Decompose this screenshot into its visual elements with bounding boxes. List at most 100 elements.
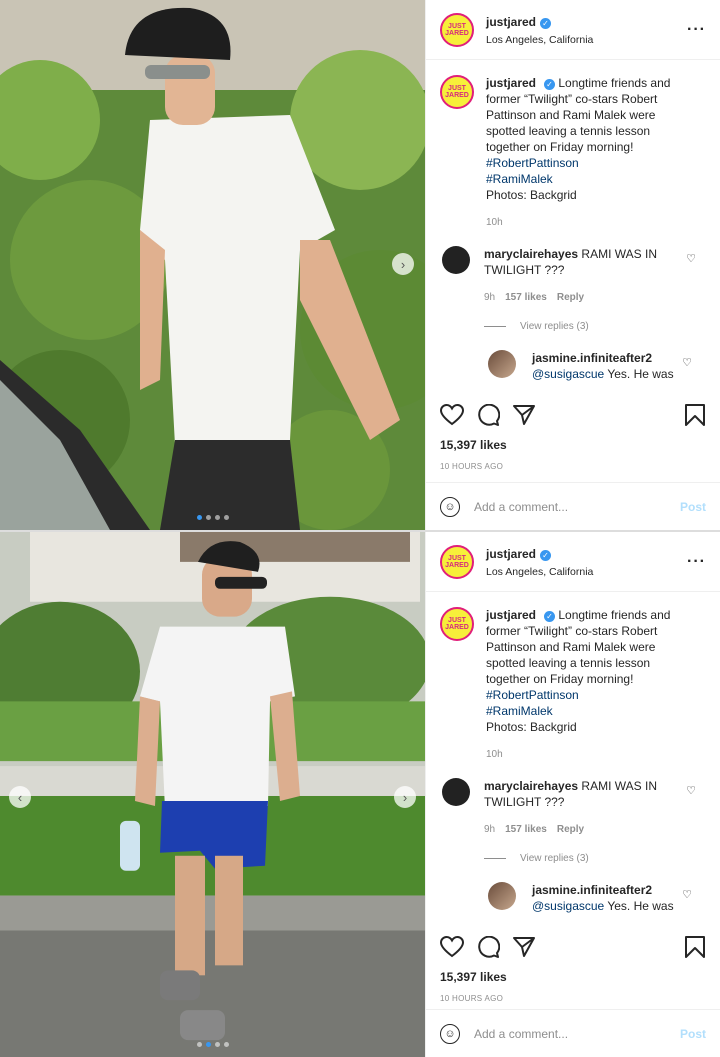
avatar[interactable]: JUST JARED — [440, 607, 474, 641]
avatar[interactable] — [488, 350, 516, 378]
comment-icon[interactable] — [476, 936, 500, 958]
emoji-icon[interactable]: ☺ — [440, 496, 460, 517]
add-comment-bar: ☺ Add a comment... Post — [426, 1009, 720, 1057]
post-photo[interactable]: ‹ › — [0, 532, 425, 1057]
caption: justjared ✓ Longtime friends and former “… — [486, 607, 686, 735]
bookmark-icon[interactable] — [684, 403, 706, 427]
likes-count[interactable]: 15,397 likes — [440, 438, 507, 452]
view-replies-button[interactable]: View replies (3) — [484, 321, 706, 332]
caption-credit: Photos: Backgrid — [486, 720, 577, 734]
comment-input[interactable]: Add a comment... — [474, 500, 680, 514]
post-header: JUST JARED justjared ✓ Los Angeles, Calif… — [426, 532, 720, 592]
reply: jasmine.infiniteafter2 @susigascue Yes. H… — [488, 882, 706, 914]
hashtag-link[interactable]: #RamiMalek — [486, 171, 686, 187]
location-link[interactable]: Los Angeles, California — [486, 566, 687, 578]
chevron-right-icon[interactable]: › — [394, 786, 416, 808]
verified-icon: ✓ — [540, 550, 552, 561]
comments-area[interactable]: JUST JARED justjared ✓ Longtime friends a… — [426, 61, 720, 396]
location-link[interactable]: Los Angeles, California — [486, 34, 687, 46]
comment-likes[interactable]: 157 likes — [505, 824, 547, 835]
hashtag-link[interactable]: #RobertPattinson — [486, 687, 686, 703]
verified-icon: ✓ — [540, 18, 552, 29]
header-username[interactable]: justjared — [486, 547, 536, 561]
carousel-dots — [196, 1042, 229, 1047]
reply-button[interactable]: Reply — [557, 292, 584, 303]
comment-icon[interactable] — [476, 404, 500, 426]
chevron-left-icon[interactable]: ‹ — [9, 786, 31, 808]
more-icon[interactable]: ··· — [687, 553, 706, 571]
post-header: JUST JARED justjared ✓ Los Angeles, Calif… — [426, 0, 720, 60]
comment-time: 9h — [484, 824, 496, 835]
carousel-dot — [196, 515, 202, 520]
comments-area[interactable]: JUST JARED justjared ✓ Longtime friends a… — [426, 593, 720, 928]
view-replies-label: View replies (3) — [520, 853, 589, 864]
instagram-post-1: › JUST JARED justjared ✓ Los Angeles, Cal… — [0, 0, 720, 530]
paper-plane-icon[interactable] — [512, 404, 536, 426]
likes-count[interactable]: 15,397 likes — [440, 970, 507, 984]
avatar[interactable] — [442, 246, 470, 274]
carousel-dot — [214, 1042, 220, 1047]
comment-meta: 9h 157 likes Reply — [484, 292, 706, 303]
paper-plane-icon[interactable] — [512, 936, 536, 958]
post-photo[interactable]: › — [0, 0, 425, 530]
mention-link[interactable]: @susigascue — [532, 899, 604, 913]
reply-text: Yes. He was — [607, 899, 674, 913]
header-username[interactable]: justjared — [486, 15, 536, 29]
avatar-logo-text: JUST JARED — [445, 617, 469, 631]
reply-button[interactable]: Reply — [557, 824, 584, 835]
comment-likes[interactable]: 157 likes — [505, 292, 547, 303]
avatar[interactable]: JUST JARED — [440, 12, 474, 47]
caption: justjared ✓ Longtime friends and former “… — [486, 75, 686, 203]
avatar-logo-text: JUST JARED — [445, 554, 469, 569]
comment: maryclairehayes RAMI WAS IN TWILIGHT ???… — [440, 246, 706, 278]
chevron-right-icon[interactable]: › — [392, 253, 414, 275]
comment-meta: 9h 157 likes Reply — [484, 824, 706, 835]
post-side-panel: JUST JARED justjared ✓ Los Angeles, Calif… — [425, 532, 720, 1057]
heart-icon[interactable] — [440, 404, 464, 426]
reply-username[interactable]: jasmine.infiniteafter2 — [532, 351, 652, 365]
comment-username[interactable]: maryclairehayes — [484, 779, 578, 793]
action-bar — [426, 932, 720, 962]
comment-time: 9h — [484, 292, 496, 303]
post-button[interactable]: Post — [680, 1027, 706, 1041]
avatar[interactable]: JUST JARED — [440, 544, 474, 579]
carousel-dot — [205, 515, 211, 520]
emoji-icon[interactable]: ☺ — [440, 1023, 460, 1044]
bookmark-icon[interactable] — [684, 935, 706, 959]
heart-icon[interactable]: ♡ — [682, 888, 692, 901]
avatar[interactable]: JUST JARED — [440, 75, 474, 109]
reply-text: Yes. He was — [607, 367, 674, 381]
comment-input[interactable]: Add a comment... — [474, 1027, 680, 1041]
verified-icon: ✓ — [544, 79, 556, 90]
heart-icon[interactable] — [440, 936, 464, 958]
reply-username[interactable]: jasmine.infiniteafter2 — [532, 883, 652, 897]
heart-icon[interactable]: ♡ — [682, 356, 692, 369]
carousel-dot — [205, 1042, 211, 1047]
caption-username[interactable]: justjared — [486, 76, 536, 90]
post-button[interactable]: Post — [680, 500, 706, 514]
avatar-logo-text: JUST JARED — [445, 22, 469, 37]
avatar[interactable] — [488, 882, 516, 910]
carousel-dots — [196, 515, 229, 520]
add-comment-bar: ☺ Add a comment... Post — [426, 482, 720, 530]
mention-link[interactable]: @susigascue — [532, 367, 604, 381]
carousel-dot — [214, 515, 220, 520]
hashtag-link[interactable]: #RamiMalek — [486, 703, 686, 719]
instagram-post-2: ‹ › JUST JARED justjared ✓ Los Angeles, C… — [0, 530, 720, 1057]
comment-username[interactable]: maryclairehayes — [484, 247, 578, 261]
action-bar — [426, 400, 720, 430]
caption-credit: Photos: Backgrid — [486, 188, 577, 202]
view-replies-label: View replies (3) — [520, 321, 589, 332]
hashtag-link[interactable]: #RobertPattinson — [486, 155, 686, 171]
heart-icon[interactable]: ♡ — [686, 252, 696, 265]
caption-username[interactable]: justjared — [486, 608, 536, 622]
heart-icon[interactable]: ♡ — [686, 784, 696, 797]
carousel-dot — [223, 515, 229, 520]
view-replies-button[interactable]: View replies (3) — [484, 853, 706, 864]
post-time: 10 HOURS AGO — [440, 994, 504, 1003]
avatar[interactable] — [442, 778, 470, 806]
caption-time: 10h — [486, 749, 503, 760]
more-icon[interactable]: ··· — [687, 21, 706, 39]
post-side-panel: JUST JARED justjared ✓ Los Angeles, Calif… — [425, 0, 720, 530]
caption-time: 10h — [486, 217, 503, 228]
